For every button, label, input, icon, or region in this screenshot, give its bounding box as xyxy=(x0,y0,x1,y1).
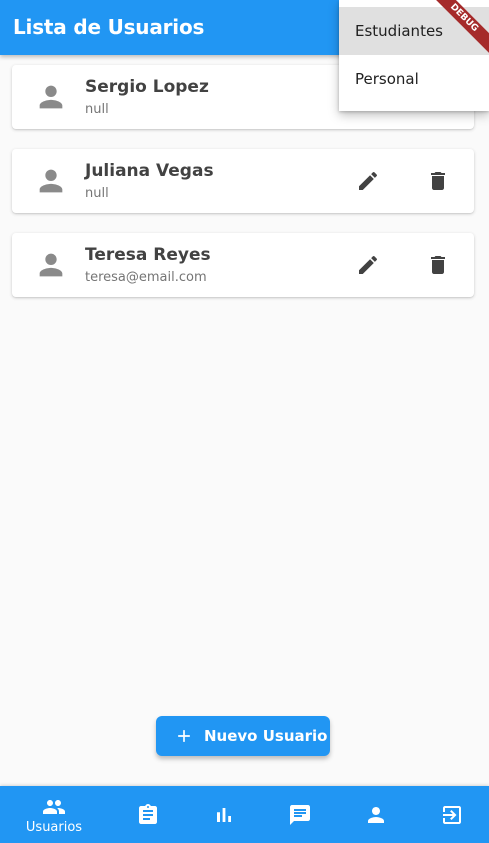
bar-chart-icon xyxy=(217,807,231,822)
nav-item-tasks[interactable] xyxy=(110,786,186,843)
chat-icon xyxy=(290,804,310,825)
user-name: Teresa Reyes xyxy=(85,245,211,265)
new-user-button[interactable]: Nuevo Usuario xyxy=(156,716,330,756)
user-card[interactable]: Teresa Reyes teresa@email.com xyxy=(12,233,474,297)
nav-label-usuarios: Usuarios xyxy=(25,819,83,835)
nav-item-stats[interactable] xyxy=(186,786,262,843)
people-icon xyxy=(43,799,65,814)
new-user-label: Nuevo Usuario xyxy=(204,727,328,745)
pencil-icon xyxy=(359,255,378,274)
user-email: teresa@email.com xyxy=(85,270,207,285)
nav-item-logout[interactable] xyxy=(414,786,489,843)
menu-item-label: Personal xyxy=(355,70,419,88)
user-email: null xyxy=(85,102,109,117)
page-title: Lista de Usuarios xyxy=(13,15,205,39)
edit-user-button[interactable] xyxy=(354,251,382,279)
pencil-icon xyxy=(359,171,378,190)
nav-item-profile[interactable] xyxy=(338,786,414,843)
user-name: Juliana Vegas xyxy=(85,161,214,181)
delete-user-button[interactable] xyxy=(424,167,452,195)
person-avatar-icon xyxy=(39,253,63,277)
delete-user-button[interactable] xyxy=(424,251,452,279)
clipboard-icon xyxy=(139,803,157,824)
user-card[interactable]: Juliana Vegas null xyxy=(12,149,474,213)
edit-user-button[interactable] xyxy=(354,167,382,195)
person-icon xyxy=(368,806,384,823)
trash-icon xyxy=(431,172,445,190)
user-name: Sergio Lopez xyxy=(85,77,209,97)
logout-icon xyxy=(443,805,461,824)
person-avatar-icon xyxy=(39,85,63,109)
trash-icon xyxy=(431,256,445,274)
filter-popup-menu: Estudiantes Personal xyxy=(339,0,489,111)
menu-item-label: Estudiantes xyxy=(355,22,443,40)
menu-item-estudiantes[interactable]: Estudiantes xyxy=(339,7,489,55)
nav-item-usuarios[interactable]: Usuarios xyxy=(16,786,92,843)
menu-item-personal[interactable]: Personal xyxy=(339,55,489,103)
bottom-navigation: Usuarios xyxy=(0,786,489,843)
plus-icon xyxy=(178,730,190,742)
nav-item-messages[interactable] xyxy=(262,786,338,843)
user-email: null xyxy=(85,186,109,201)
person-avatar-icon xyxy=(39,169,63,193)
